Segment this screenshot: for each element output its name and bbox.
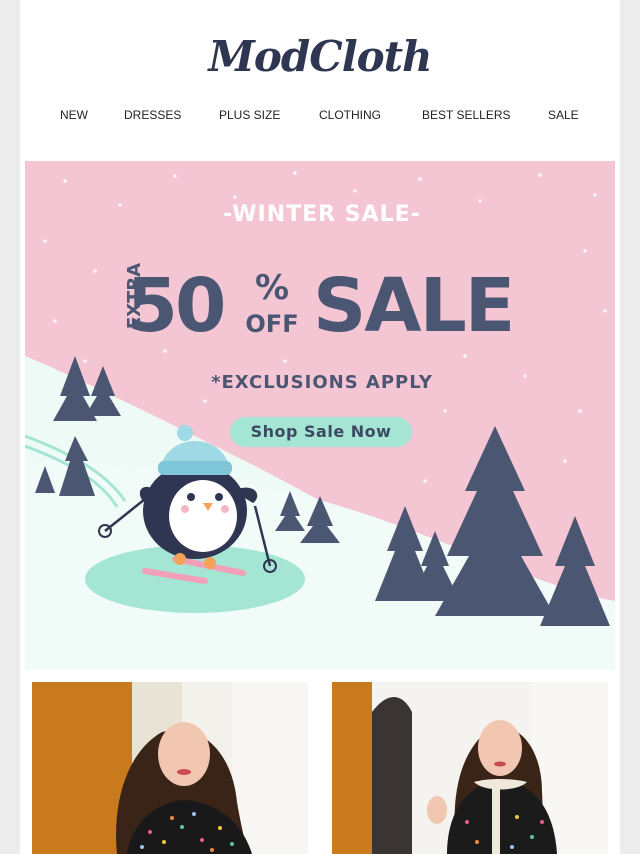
nav-item-sale[interactable]: SALE [548,108,579,122]
discount-value: 50 [127,263,224,349]
sale-word: SALE [313,263,513,349]
product-image-1[interactable] [32,682,308,854]
sale-headline: -WINTER SALE- EXTRA 50 % OFF SALE *EXCLU… [124,202,515,393]
brand-logo[interactable]: ModCloth [20,32,620,81]
nav-item-dresses[interactable]: DRESSES [124,108,181,122]
model-photo-2 [332,682,608,854]
product-image-2[interactable] [332,682,608,854]
nav-item-clothing[interactable]: CLOTHING [319,108,381,122]
model-photo-1 [32,682,308,854]
nav-item-plus-size[interactable]: PLUS SIZE [219,108,280,122]
off-label: OFF [245,310,298,338]
nav-item-best-sellers[interactable]: BEST SELLERS [422,108,511,122]
percent-sign: % [255,268,289,308]
nav-item-new[interactable]: NEW [60,108,88,122]
main-nav: NEW DRESSES PLUS SIZE CLOTHING BEST SELL… [20,108,620,124]
shop-sale-now-button[interactable]: Shop Sale Now [230,417,412,447]
exclusions-note: *EXCLUSIONS APPLY [211,372,433,393]
winter-sale-banner[interactable]: -WINTER SALE- EXTRA 50 % OFF SALE *EXCLU… [25,161,615,670]
email-container: ModCloth NEW DRESSES PLUS SIZE CLOTHING … [20,0,620,854]
winter-sale-kicker: -WINTER SALE- [223,202,421,227]
